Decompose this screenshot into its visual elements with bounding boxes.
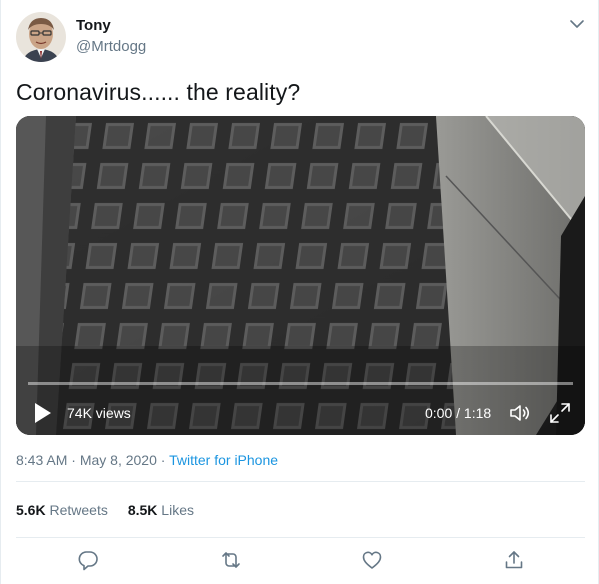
- chevron-down-icon[interactable]: [567, 14, 587, 34]
- author-name[interactable]: Tony: [76, 17, 111, 34]
- volume-icon[interactable]: [508, 401, 532, 425]
- tweet-source-link[interactable]: Twitter for iPhone: [169, 452, 278, 468]
- retweets-count: 5.6K: [16, 502, 46, 518]
- retweets-label: Retweets: [49, 502, 108, 518]
- share-icon[interactable]: [503, 549, 525, 571]
- likes-count: 8.5K: [127, 502, 158, 518]
- video-player[interactable]: 74K views 0:00 / 1:18: [16, 116, 585, 435]
- meta-separator: ·: [67, 452, 80, 468]
- retweets-stat[interactable]: 5.6K Retweets: [16, 502, 108, 518]
- avatar[interactable]: [16, 12, 66, 62]
- heart-icon[interactable]: [361, 549, 383, 571]
- divider: [16, 481, 585, 482]
- video-frame: [16, 116, 585, 435]
- video-views: 74K views: [67, 405, 131, 421]
- tweet-meta: 8:43 AM · May 8, 2020 · Twitter for iPho…: [16, 452, 278, 468]
- reply-icon[interactable]: [77, 549, 99, 571]
- tweet-text: Coronavirus...... the reality?: [16, 79, 301, 105]
- video-time: 0:00 / 1:18: [425, 405, 492, 421]
- play-icon[interactable]: [34, 402, 52, 424]
- meta-separator: ·: [156, 452, 170, 468]
- likes-label: Likes: [161, 502, 194, 518]
- video-progress-bar[interactable]: [28, 382, 573, 385]
- tweet-date[interactable]: May 8, 2020: [80, 452, 157, 468]
- divider: [16, 537, 585, 538]
- likes-stat[interactable]: 8.5K Likes: [128, 502, 194, 518]
- tweet-stats: 5.6K Retweets 8.5K Likes: [16, 502, 214, 518]
- tweet-time[interactable]: 8:43 AM: [16, 452, 67, 468]
- retweet-icon[interactable]: [220, 549, 242, 571]
- fullscreen-icon[interactable]: [548, 401, 572, 425]
- tweet: Tony @Mrtdogg Coronavirus...... the real…: [0, 0, 599, 584]
- author-handle[interactable]: @Mrtdogg: [76, 38, 146, 55]
